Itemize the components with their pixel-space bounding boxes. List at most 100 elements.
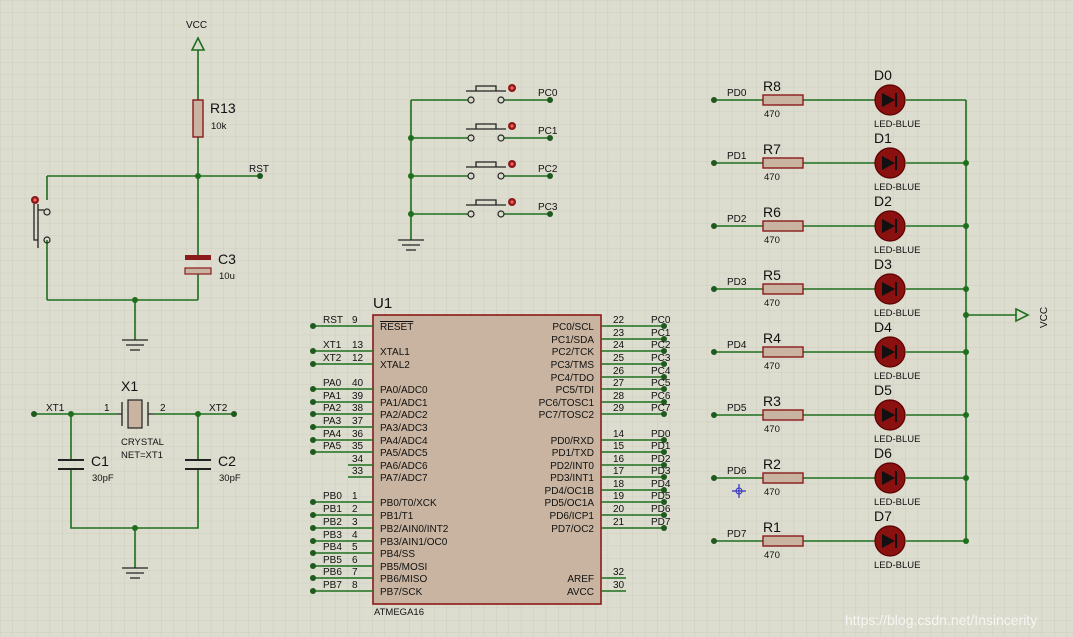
led-d2[interactable] <box>874 210 906 242</box>
resistor-name: R7 <box>763 141 781 157</box>
x1-net: NET=XT1 <box>121 450 163 461</box>
pin-number: 20 <box>613 504 625 515</box>
pin-net-label: PB7 <box>323 580 342 591</box>
resistor-name: R3 <box>763 393 781 409</box>
resistor-value: 470 <box>764 361 780 372</box>
c2-name: C2 <box>218 453 236 469</box>
pin-name: PC5/TDI <box>556 385 594 396</box>
pin-name: PA1/ADC1 <box>380 398 428 409</box>
led-d3[interactable] <box>874 273 906 305</box>
led-type: LED-BLUE <box>874 434 920 445</box>
c2-value: 30pF <box>219 473 241 484</box>
pin-number: 24 <box>613 340 625 351</box>
led-name: D1 <box>874 130 892 146</box>
pin-number: 32 <box>613 567 625 578</box>
led-type: LED-BLUE <box>874 119 920 130</box>
led-type: LED-BLUE <box>874 182 920 193</box>
pin-net-label: PD5 <box>651 491 671 502</box>
resistor-r4[interactable] <box>762 346 804 358</box>
pin-net-label: PD2 <box>651 454 671 465</box>
led-type: LED-BLUE <box>874 497 920 508</box>
xt2-net-label: XT2 <box>209 403 228 414</box>
pin-number: 23 <box>613 328 625 339</box>
pin-number: 38 <box>352 403 364 414</box>
schematic-canvas: VCC R13 10k RST C3 10u XT1 XT2 X1 1 2 CR… <box>0 0 1073 637</box>
pin-number: 27 <box>613 378 625 389</box>
resistor-r6[interactable] <box>762 220 804 232</box>
led-d0[interactable] <box>874 84 906 116</box>
led-name: D2 <box>874 193 892 209</box>
pin-name: PD2/INT0 <box>550 461 594 472</box>
pin-name: PB7/SCK <box>380 587 423 598</box>
pin-net-label: PC3 <box>651 353 671 364</box>
pin-name: PB4/SS <box>380 549 415 560</box>
pin-net-label: PC1 <box>651 328 671 339</box>
led-name: D0 <box>874 67 892 83</box>
led-name: D4 <box>874 319 892 335</box>
led-net-label: PD2 <box>727 214 747 225</box>
led-d7[interactable] <box>874 525 906 557</box>
pin-name: PC2/TCK <box>552 347 595 358</box>
led-net-label: PD6 <box>727 466 747 477</box>
led-name: D3 <box>874 256 892 272</box>
rst-net-label: RST <box>249 164 269 175</box>
pin-net-label: PB1 <box>323 504 342 515</box>
pin-number: 8 <box>352 580 358 591</box>
pin-net-label: PB2 <box>323 517 342 528</box>
resistor-value: 470 <box>764 172 780 183</box>
led-d6[interactable] <box>874 462 906 494</box>
pin-net-label: PA4 <box>323 429 342 440</box>
pin-number: 19 <box>613 491 625 502</box>
pin-number: 35 <box>352 441 364 452</box>
x1-pin1: 1 <box>104 403 110 414</box>
button-net-label: PC3 <box>538 202 558 213</box>
mcu-part: ATMEGA16 <box>374 607 424 618</box>
pin-number: 40 <box>352 378 364 389</box>
resistor-r8[interactable] <box>762 94 804 106</box>
pin-number: 22 <box>613 315 625 326</box>
pin-name: PB5/MOSI <box>380 562 427 573</box>
led-d1[interactable] <box>874 147 906 179</box>
c1-value: 30pF <box>92 473 114 484</box>
pin-name: PD6/ICP1 <box>550 511 595 522</box>
resistor-r7[interactable] <box>762 157 804 169</box>
pin-name: PC1/SDA <box>551 335 594 346</box>
pin-number: 28 <box>613 391 625 402</box>
resistor-r5[interactable] <box>762 283 804 295</box>
r13-resistor[interactable] <box>192 99 204 138</box>
led-net-label: PD4 <box>727 340 747 351</box>
pin-name: AREF <box>567 574 594 585</box>
pin-number: 4 <box>352 530 358 541</box>
pin-net-label: XT2 <box>323 353 342 364</box>
resistor-value: 470 <box>764 550 780 561</box>
pin-net-label: PD1 <box>651 441 671 452</box>
pin-number: 13 <box>352 340 364 351</box>
pin-net-label: PD7 <box>651 517 671 528</box>
resistor-name: R1 <box>763 519 781 535</box>
pin-net-label: PB4 <box>323 542 342 553</box>
pin-number: 12 <box>352 353 364 364</box>
led-d5[interactable] <box>874 399 906 431</box>
resistor-r2[interactable] <box>762 472 804 484</box>
led-name: D6 <box>874 445 892 461</box>
pin-number: 5 <box>352 542 358 553</box>
pin-net-label: PB5 <box>323 555 342 566</box>
resistor-r3[interactable] <box>762 409 804 421</box>
xt1-net-label: XT1 <box>46 403 65 414</box>
pin-name: PA6/ADC6 <box>380 461 428 472</box>
resistor-value: 470 <box>764 424 780 435</box>
pin-name: PD1/TXD <box>552 448 594 459</box>
pin-name: PC4/TDO <box>551 373 595 384</box>
x1-crystal[interactable] <box>117 399 153 429</box>
resistor-name: R2 <box>763 456 781 472</box>
led-net-label: PD5 <box>727 403 747 414</box>
pin-number: 6 <box>352 555 358 566</box>
led-type: LED-BLUE <box>874 371 920 382</box>
resistor-value: 470 <box>764 298 780 309</box>
pin-name: PD0/RXD <box>551 436 594 447</box>
r13-name: R13 <box>210 100 236 116</box>
resistor-value: 470 <box>764 109 780 120</box>
pin-number: 25 <box>613 353 625 364</box>
resistor-r1[interactable] <box>762 535 804 547</box>
led-d4[interactable] <box>874 336 906 368</box>
